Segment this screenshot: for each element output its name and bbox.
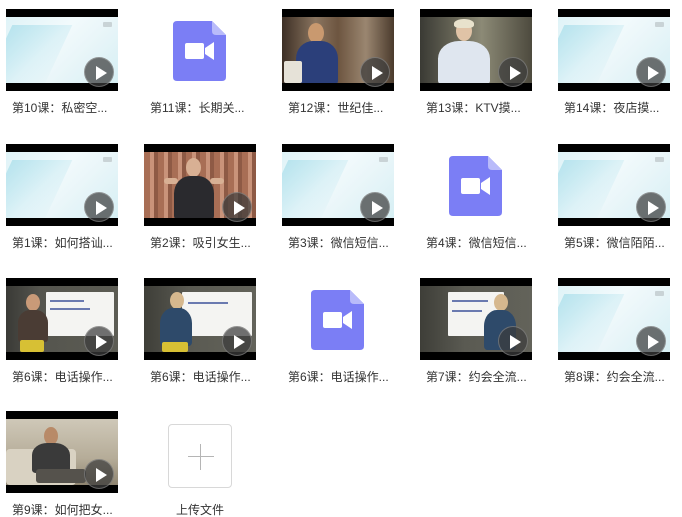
upload-label[interactable]: 上传文件 [176,501,224,517]
play-icon[interactable] [222,326,252,356]
file-name: 第12课：世纪佳... [288,101,384,115]
file-name: 第6课：电话操作... [288,370,389,384]
file-tile[interactable]: 第8课：约会全流... [558,278,670,398]
play-icon[interactable] [84,192,114,222]
play-icon[interactable] [222,192,252,222]
file-name: 第6课：电话操作... [12,370,113,384]
play-icon[interactable] [498,57,528,87]
video-thumbnail[interactable] [282,9,394,91]
file-tile[interactable]: 第11课：长期关... [144,9,256,129]
video-thumbnail[interactable] [144,278,256,360]
file-tile[interactable]: 第3课：微信短信... [282,144,394,264]
video-thumbnail[interactable] [6,278,118,360]
file-name: 第10课：私密空... [12,101,108,115]
file-tile[interactable]: 第6课：电话操作... [144,278,256,398]
file-thumbnail[interactable] [144,9,256,91]
file-name: 第9课：如何把女... [12,503,113,517]
file-name: 第1课：如何搭讪... [12,236,113,250]
file-tile[interactable]: 第4课：微信短信... [420,144,532,264]
video-thumbnail[interactable] [420,278,532,360]
video-thumbnail[interactable] [420,9,532,91]
play-icon[interactable] [636,192,666,222]
video-thumbnail[interactable] [282,144,394,226]
file-tile[interactable]: 第5课：微信陌陌... [558,144,670,264]
file-tile[interactable]: 第6课：电话操作... [282,278,394,398]
video-file-icon [311,290,364,350]
file-tile[interactable]: 第14课：夜店摸... [558,9,670,129]
file-name: 第6课：电话操作... [150,370,251,384]
video-file-icon [449,156,502,216]
file-name: 第13课：KTV摸... [426,101,521,115]
play-icon[interactable] [84,326,114,356]
play-icon[interactable] [84,57,114,87]
file-name: 第3课：微信短信... [288,236,389,250]
file-name: 第5课：微信陌陌... [564,236,665,250]
file-tile[interactable]: 第6课：电话操作... [6,278,118,398]
play-icon[interactable] [84,459,114,489]
file-tile[interactable]: 第13课：KTV摸... [420,9,532,129]
file-name: 第2课：吸引女生... [150,236,251,250]
video-thumbnail[interactable] [6,144,118,226]
file-tile[interactable]: 第1课：如何搭讪... [6,144,118,264]
file-name: 第4课：微信短信... [426,236,527,250]
play-icon[interactable] [360,192,390,222]
file-tile[interactable]: 第12课：世纪佳... [282,9,394,129]
file-name: 第11课：长期关... [150,101,245,115]
file-thumbnail[interactable] [420,144,532,226]
file-name: 第14课：夜店摸... [564,101,660,115]
play-icon[interactable] [636,57,666,87]
file-tile[interactable]: 第9课：如何把女... [6,411,118,517]
file-thumbnail[interactable] [282,278,394,360]
play-icon[interactable] [360,57,390,87]
video-thumbnail[interactable] [558,144,670,226]
video-thumbnail[interactable] [558,278,670,360]
video-thumbnail[interactable] [144,144,256,226]
file-tile[interactable]: 第2课：吸引女生... [144,144,256,264]
file-tile[interactable]: 第7课：约会全流... [420,278,532,398]
video-thumbnail[interactable] [558,9,670,91]
video-thumbnail[interactable] [6,9,118,91]
plus-icon [188,456,214,457]
upload-button[interactable] [168,424,232,488]
file-grid: 第10课：私密空... 第11课：长期关... 第12课：世纪佳... 第13课… [0,0,682,517]
play-icon[interactable] [498,326,528,356]
file-tile[interactable]: 第10课：私密空... [6,9,118,129]
file-name: 第7课：约会全流... [426,370,527,384]
video-thumbnail[interactable] [6,411,118,493]
play-icon[interactable] [636,326,666,356]
file-name: 第8课：约会全流... [564,370,665,384]
video-file-icon [173,21,226,81]
